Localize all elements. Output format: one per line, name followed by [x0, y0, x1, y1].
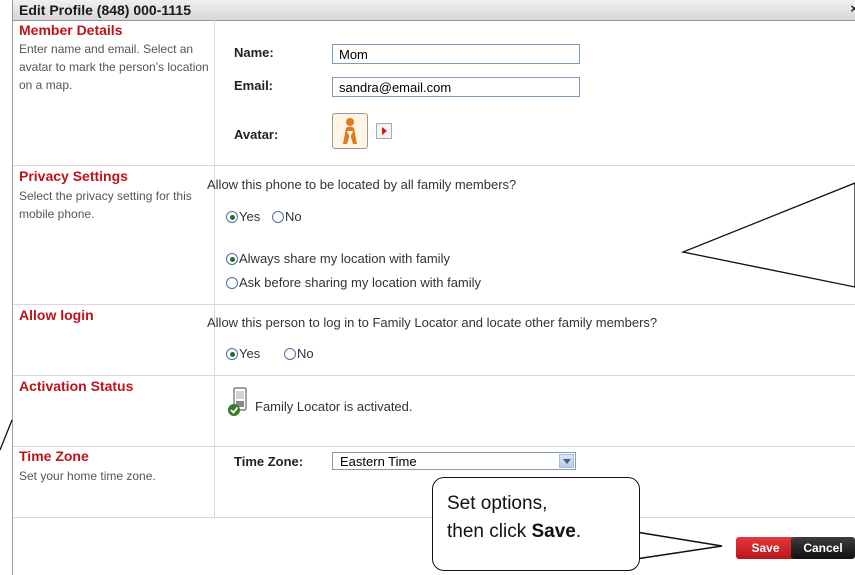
- callout-line-2-prefix: then click: [447, 521, 532, 542]
- privacy-title: Privacy Settings: [19, 168, 128, 184]
- name-input[interactable]: [332, 44, 580, 64]
- timezone-select[interactable]: Eastern Time: [332, 452, 576, 470]
- phone-activated-icon: [226, 386, 252, 421]
- email-label: Email:: [234, 78, 274, 93]
- timezone-selected-value: Eastern Time: [340, 454, 417, 469]
- member-details-title: Member Details: [19, 22, 123, 38]
- login-title: Allow login: [19, 307, 94, 323]
- avatar-next-button[interactable]: [376, 123, 392, 139]
- activation-title: Activation Status: [19, 378, 134, 394]
- timezone-label: Time Zone:: [234, 454, 304, 469]
- name-label: Name:: [234, 45, 274, 60]
- member-details-desc: Enter name and email. Select an avatar t…: [19, 42, 209, 92]
- ask-before-radio[interactable]: [226, 277, 238, 289]
- callout-line-1: Set options,: [447, 493, 548, 514]
- dialog-titlebar: Edit Profile (848) 000-1115 ×: [13, 0, 855, 21]
- instruction-callout: Set options, then click Save.: [432, 477, 640, 571]
- login-yes-radio[interactable]: [226, 348, 238, 360]
- timezone-desc: Set your home time zone.: [19, 469, 156, 483]
- avatar-image[interactable]: [332, 113, 368, 149]
- ask-before-label: Ask before sharing my location with fami…: [239, 275, 482, 290]
- privacy-yes-radio[interactable]: [226, 211, 238, 223]
- timezone-title: Time Zone: [19, 448, 89, 464]
- privacy-desc: Select the privacy setting for this mobi…: [19, 189, 192, 221]
- callout-line-2: then click Save.: [447, 518, 581, 546]
- email-input[interactable]: [332, 77, 580, 97]
- login-no-label: No: [297, 346, 314, 361]
- close-icon[interactable]: ×: [850, 1, 855, 16]
- privacy-no-label: No: [285, 209, 302, 224]
- avatar-label: Avatar:: [234, 127, 279, 142]
- privacy-question: Allow this phone to be located by all fa…: [207, 177, 517, 192]
- callout-save-word: Save: [531, 521, 576, 542]
- dialog-title: Edit Profile (848) 000-1115: [19, 2, 191, 18]
- activation-row: [13, 376, 855, 447]
- person-avatar-icon: [343, 118, 357, 144]
- save-button[interactable]: Save: [736, 537, 795, 559]
- privacy-yes-label: Yes: [239, 209, 261, 224]
- activation-status-text: Family Locator is activated.: [255, 399, 413, 414]
- always-share-radio[interactable]: [226, 253, 238, 265]
- cancel-button[interactable]: Cancel: [791, 537, 855, 559]
- privacy-no-radio[interactable]: [272, 211, 284, 223]
- chevron-down-icon[interactable]: [559, 454, 574, 468]
- login-yes-label: Yes: [239, 346, 261, 361]
- always-share-label: Always share my location with family: [239, 251, 450, 266]
- callout-line-2-suffix: .: [575, 521, 582, 542]
- login-no-radio[interactable]: [284, 348, 296, 360]
- left-callout-pointer: [0, 419, 13, 451]
- login-question: Allow this person to log in to Family Lo…: [207, 315, 658, 330]
